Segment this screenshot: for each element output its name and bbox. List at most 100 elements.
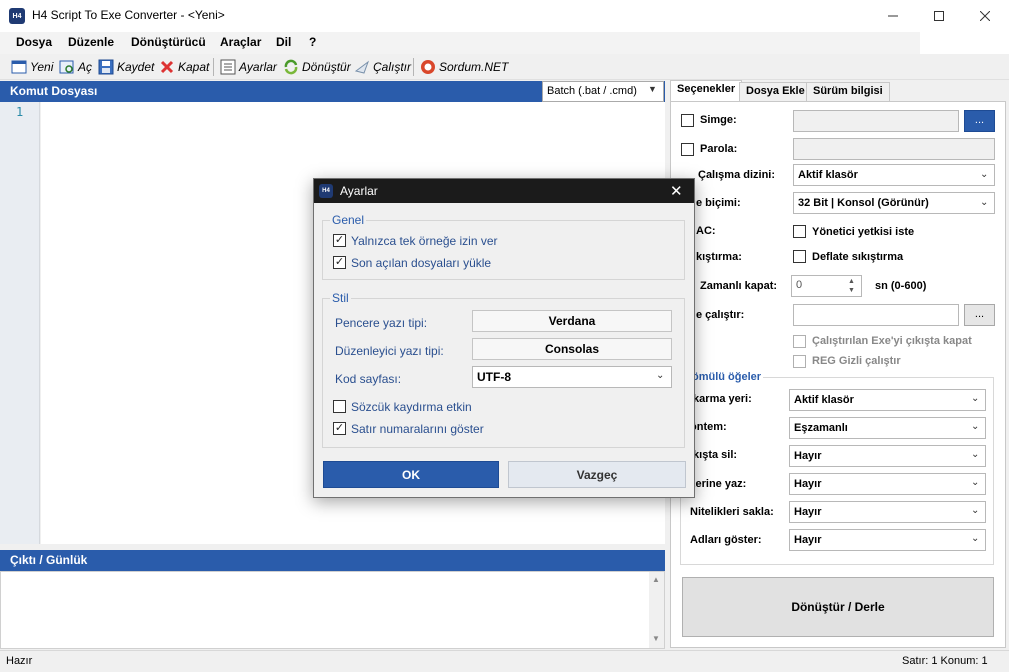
settings-button[interactable]: Ayarlar xyxy=(220,58,277,76)
maximize-icon xyxy=(934,10,944,21)
compress-checkbox[interactable] xyxy=(793,250,806,263)
dialog-title: Ayarlar xyxy=(340,184,378,198)
window-title: H4 Script To Exe Converter - <Yeni> xyxy=(32,8,225,22)
chevron-down-icon: ⌄ xyxy=(971,421,980,432)
reg-hidden-checkbox[interactable] xyxy=(793,355,806,368)
keep-attributes-label: Nitelikleri sakla: xyxy=(690,506,774,518)
extract-label: ıkarma yeri: xyxy=(690,393,752,405)
show-names-label: Adları göster: xyxy=(690,534,762,546)
compile-button[interactable]: Dönüştür / Derle xyxy=(682,577,994,637)
new-button[interactable]: Yeni xyxy=(11,58,53,76)
icon-checkbox[interactable] xyxy=(681,114,694,127)
run-icon xyxy=(354,60,370,74)
sordum-link[interactable]: Sordum.NET xyxy=(420,58,508,76)
exe-format-select[interactable]: 32 Bit | Konsol (Görünür) xyxy=(793,192,995,214)
single-instance-label: Yalnızca tek örneğe izin ver xyxy=(351,234,498,248)
method-label: öntem: xyxy=(690,421,727,433)
scroll-down-icon: ▼ xyxy=(652,634,660,643)
scroll-up-icon: ▲ xyxy=(652,575,660,584)
output-scrollbar[interactable]: ▲ ▼ xyxy=(649,572,664,648)
close-file-icon xyxy=(160,60,174,74)
icon-browse-button[interactable]: ... xyxy=(964,110,995,132)
line-number-gutter xyxy=(0,102,40,544)
chevron-down-icon: ▼ xyxy=(648,84,657,94)
convert-button[interactable]: Dönüştür xyxy=(283,58,351,76)
delete-on-exit-select[interactable]: Hayır xyxy=(789,445,986,467)
close-on-exit-label: Çalıştırılan Exe'yi çıkışta kapat xyxy=(812,335,972,347)
open-button[interactable]: Aç xyxy=(59,58,92,76)
convert-button-label: Dönüştür xyxy=(302,60,351,74)
sordum-link-label: Sordum.NET xyxy=(439,60,509,74)
sordum-logo-icon xyxy=(421,60,435,74)
extract-select[interactable]: Aktif klasör xyxy=(789,389,986,411)
close-button[interactable] xyxy=(962,0,1008,31)
uac-checkbox-label: Yönetici yetkisi iste xyxy=(812,226,915,238)
icon-path-input[interactable] xyxy=(793,110,959,132)
menu-tools[interactable]: Araçlar xyxy=(220,35,261,49)
menu-file[interactable]: Dosya xyxy=(16,35,52,49)
save-button[interactable]: Kaydet xyxy=(98,58,154,76)
delete-on-exit-label: ıkışta sil: xyxy=(690,449,738,461)
line-numbers-label: Satır numaralarını göster xyxy=(351,422,484,436)
editor-font-button[interactable]: Consolas xyxy=(472,338,672,360)
chevron-down-icon: ⌄ xyxy=(971,505,980,516)
menu-language[interactable]: Dil xyxy=(276,35,291,49)
word-wrap-checkbox[interactable] xyxy=(333,400,346,413)
load-recent-label: Son açılan dosyaları yükle xyxy=(351,256,492,270)
cursor-position: Satır: 1 Konum: 1 xyxy=(902,655,988,667)
window-font-label: Pencere yazı tipi: xyxy=(335,316,428,330)
chevron-down-icon: ⌄ xyxy=(971,393,980,404)
password-checkbox[interactable] xyxy=(681,143,694,156)
ok-button[interactable]: OK xyxy=(323,461,499,488)
toolbar-separator xyxy=(213,58,214,76)
settings-list-icon xyxy=(220,59,236,75)
reg-hidden-label: REG Gizli çalıştır xyxy=(812,355,901,367)
single-instance-checkbox[interactable]: ✓ xyxy=(333,234,346,247)
load-recent-checkbox[interactable]: ✓ xyxy=(333,256,346,269)
dialog-close-icon[interactable]: ✕ xyxy=(670,182,683,200)
menu-edit[interactable]: Düzenle xyxy=(68,35,114,49)
tab-add-file[interactable]: Dosya Ekle xyxy=(739,82,812,101)
menu-converter[interactable]: Dönüştürücü xyxy=(131,35,206,49)
compress-label: kıştırma: xyxy=(696,251,742,263)
open-button-label: Aç xyxy=(78,60,93,74)
show-names-select[interactable]: Hayır xyxy=(789,529,986,551)
style-group-title: Stil xyxy=(330,291,351,305)
run-button[interactable]: Çalıştır xyxy=(354,58,411,76)
method-select[interactable]: Eşzamanlı xyxy=(789,417,986,439)
run-after-input[interactable] xyxy=(793,304,959,326)
tab-version-info[interactable]: Sürüm bilgisi xyxy=(806,82,890,101)
menu-help[interactable]: ? xyxy=(309,35,316,49)
timed-close-label: Zamanlı kapat: xyxy=(700,280,778,292)
line-numbers-checkbox[interactable]: ✓ xyxy=(333,422,346,435)
cancel-button[interactable]: Vazgeç xyxy=(508,461,686,488)
format-label: e biçimi: xyxy=(696,197,741,209)
status-text: Hazır xyxy=(6,655,33,667)
close-on-exit-checkbox[interactable] xyxy=(793,335,806,348)
tab-options[interactable]: Seçenekler xyxy=(670,80,743,101)
keep-attributes-select[interactable]: Hayır xyxy=(789,501,986,523)
run-after-browse-button[interactable]: ... xyxy=(964,304,995,326)
output-header-title: Çıktı / Günlük xyxy=(10,553,88,567)
close-file-button[interactable]: Kapat xyxy=(159,58,209,76)
editor-font-label: Düzenleyici yazı tipi: xyxy=(335,344,444,358)
maximize-button[interactable] xyxy=(916,0,962,31)
window-font-button[interactable]: Verdana xyxy=(472,310,672,332)
language-select[interactable]: Batch (.bat / .cmd) xyxy=(542,81,664,102)
password-input[interactable] xyxy=(793,138,995,160)
convert-icon xyxy=(284,59,298,75)
workdir-select[interactable]: Aktif klasör xyxy=(793,164,995,186)
editor-header-title: Komut Dosyası xyxy=(10,84,98,98)
minimize-button[interactable] xyxy=(870,0,916,31)
general-group-title: Genel xyxy=(330,213,367,227)
output-log[interactable] xyxy=(0,571,665,649)
close-icon xyxy=(980,10,990,21)
uac-checkbox[interactable] xyxy=(793,225,806,238)
workdir-label: Çalışma dizini: xyxy=(698,169,776,181)
chevron-down-icon: ⌄ xyxy=(980,169,989,180)
codepage-select[interactable]: UTF-8 xyxy=(472,366,672,388)
close-file-button-label: Kapat xyxy=(178,60,210,74)
word-wrap-label: Sözcük kaydırma etkin xyxy=(351,400,472,414)
overwrite-select[interactable]: Hayır xyxy=(789,473,986,495)
spinner-arrows-icon[interactable]: ▲ ▼ xyxy=(848,277,855,295)
